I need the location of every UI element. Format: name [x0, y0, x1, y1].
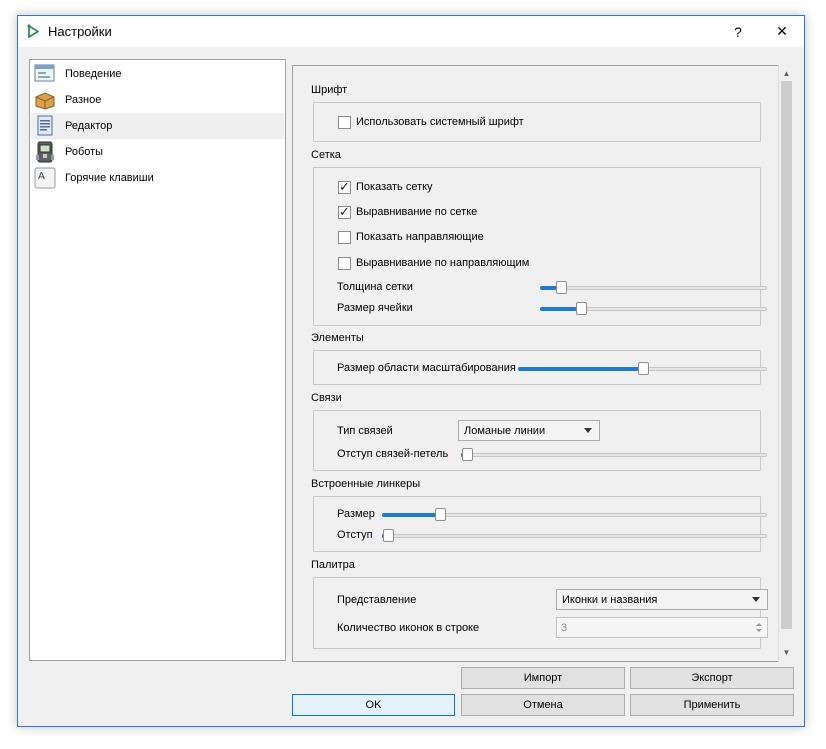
linker-indent-label: Отступ: [337, 529, 373, 541]
slider-handle[interactable]: [556, 281, 567, 294]
elements-section-title: Элементы: [311, 332, 364, 344]
chevron-down-icon: [752, 597, 760, 602]
show-grid-checkbox[interactable]: [338, 179, 351, 195]
show-grid-label: Показать сетку: [356, 181, 433, 193]
grid-thickness-label: Толщина сетки: [337, 281, 413, 293]
grid-thickness-slider[interactable]: [540, 281, 767, 294]
chevron-down-icon: [584, 428, 592, 433]
icons-per-row-label: Количество иконок в строке: [337, 622, 480, 634]
slider-handle[interactable]: [638, 362, 649, 375]
title-bar: Настройки ? ✕: [18, 16, 804, 47]
nav-item-label: Горячие клавиши: [65, 172, 154, 184]
loop-indent-label: Отступ связей-петель: [337, 448, 449, 460]
snap-guides-label: Выравнивание по направляющим: [356, 257, 530, 269]
snap-guides-checkbox[interactable]: [338, 257, 351, 270]
spin-arrows-icon[interactable]: [754, 620, 764, 635]
app-logo-icon: [27, 24, 39, 38]
slider-handle[interactable]: [576, 302, 587, 315]
grid-section-title: Сетка: [311, 149, 341, 161]
palette-view-select[interactable]: Иконки и названия: [556, 589, 768, 610]
slider-handle[interactable]: [435, 508, 446, 521]
nav-item-label: Роботы: [65, 146, 104, 158]
cell-size-label: Размер ячейки: [337, 302, 413, 314]
palette-view-label: Представление: [337, 594, 417, 606]
links-group: Тип связей Ломаные линии Отступ связей-п…: [313, 410, 767, 471]
link-type-select[interactable]: Ломаные линии: [458, 420, 600, 441]
document-icon: [34, 115, 56, 137]
use-system-font-label: Использовать системный шрифт: [356, 116, 524, 128]
icons-per-row-spinbox[interactable]: 3: [556, 617, 768, 638]
linker-size-slider[interactable]: [382, 508, 767, 521]
cancel-button[interactable]: Отмена: [461, 694, 625, 716]
zoom-area-label: Размер области масштабирования: [337, 362, 516, 374]
scroll-up-icon[interactable]: ▲: [779, 66, 794, 80]
ok-button[interactable]: OK: [292, 694, 455, 716]
show-guides-checkbox[interactable]: [338, 231, 351, 244]
slider-handle[interactable]: [383, 529, 394, 542]
zoom-area-slider[interactable]: [518, 362, 767, 375]
links-section-title: Связи: [311, 392, 342, 404]
vertical-scrollbar[interactable]: ▲ ▼: [778, 65, 793, 662]
category-list: Поведение Разное Редактор Роботы A Горяч…: [29, 59, 286, 661]
palette-section-title: Палитра: [311, 559, 355, 571]
help-button[interactable]: ?: [716, 16, 760, 47]
slider-fill: [382, 513, 436, 517]
slider-fill: [518, 367, 639, 371]
cell-size-slider[interactable]: [540, 302, 767, 315]
linkers-group: Размер Отступ: [313, 496, 767, 552]
font-section-title: Шрифт: [311, 84, 348, 96]
loop-indent-slider[interactable]: [461, 448, 767, 461]
import-button[interactable]: Импорт: [461, 667, 625, 689]
palette-view-value: Иконки и названия: [562, 593, 658, 606]
nav-item-editor[interactable]: Редактор: [31, 113, 284, 139]
link-type-label: Тип связей: [337, 425, 393, 437]
close-icon: ✕: [776, 23, 788, 39]
keyboard-key-icon: A: [34, 167, 56, 189]
settings-window: Настройки ? ✕ Поведение Разное Редактор: [17, 15, 805, 727]
box-icon: [34, 89, 56, 111]
snap-grid-label: Выравнивание по сетке: [356, 206, 478, 218]
nav-item-label: Разное: [65, 94, 102, 106]
elements-group: Размер области масштабирования: [313, 350, 767, 385]
apply-button[interactable]: Применить: [630, 694, 794, 716]
scrollbar-thumb[interactable]: [781, 81, 792, 629]
linker-size-label: Размер: [337, 508, 375, 520]
palette-group: Представление Иконки и названия Количест…: [313, 577, 768, 649]
linkers-section-title: Встроенные линкеры: [311, 478, 421, 490]
nav-item-behavior[interactable]: Поведение: [31, 61, 284, 87]
nav-item-robots[interactable]: Роботы: [31, 139, 284, 165]
svg-text:A: A: [38, 171, 45, 182]
window-title: Настройки: [48, 24, 112, 39]
nav-item-label: Поведение: [65, 68, 122, 80]
robot-brick-icon: [34, 141, 56, 163]
linker-indent-slider[interactable]: [382, 529, 767, 542]
nav-item-label: Редактор: [65, 120, 113, 132]
help-icon: ?: [734, 23, 742, 40]
behavior-icon: [34, 63, 56, 85]
use-system-font-checkbox[interactable]: [338, 116, 351, 129]
font-group: Использовать системный шрифт: [313, 102, 761, 142]
slider-fill: [540, 286, 557, 290]
slider-fill: [540, 307, 577, 311]
nav-item-hotkeys[interactable]: A Горячие клавиши: [31, 165, 284, 191]
link-type-value: Ломаные линии: [464, 424, 546, 437]
export-button[interactable]: Экспорт: [630, 667, 794, 689]
nav-item-misc[interactable]: Разное: [31, 87, 284, 113]
icons-per-row-value: 3: [561, 621, 568, 634]
scroll-down-icon[interactable]: ▼: [779, 645, 794, 659]
slider-handle[interactable]: [462, 448, 473, 461]
grid-group: Показать сетку Выравнивание по сетке Пок…: [313, 167, 767, 326]
snap-grid-checkbox[interactable]: [338, 204, 351, 220]
show-guides-label: Показать направляющие: [356, 231, 484, 243]
close-button[interactable]: ✕: [760, 16, 804, 47]
